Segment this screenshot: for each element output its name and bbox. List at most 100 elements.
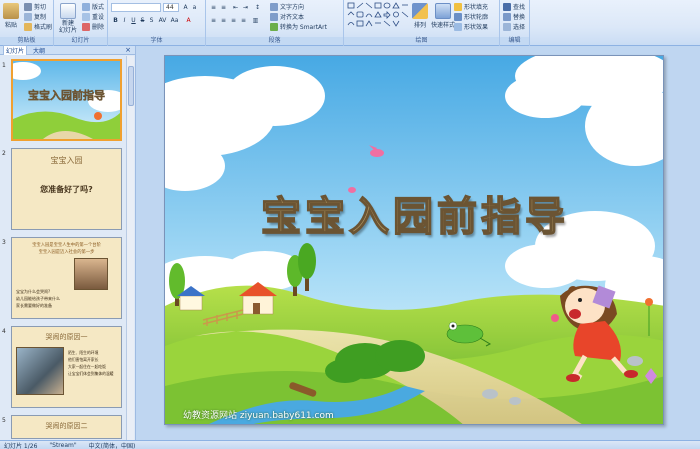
smartart-icon xyxy=(270,22,278,31)
bullets-icon[interactable]: ≡ xyxy=(209,3,218,12)
thumbnail-title: 宝宝入园 xyxy=(50,156,83,165)
format-painter-button[interactable]: 格式刷 xyxy=(24,22,52,31)
layout-button[interactable]: 版式 xyxy=(82,2,104,11)
thumbnail-title: 哭闹的原因一 xyxy=(45,333,88,341)
bullet-item: 他们害怕离开家长 xyxy=(68,357,99,362)
scissors-icon xyxy=(24,2,32,11)
thumbnail-photo xyxy=(74,258,108,290)
paragraph-label: 段落 xyxy=(206,37,343,45)
slide-number: 2 xyxy=(2,150,6,157)
clipboard-label: 剪贴板 xyxy=(0,37,53,45)
slide-number: 3 xyxy=(2,239,6,246)
drawing-group: 排列 快速样式 形状填充 形状轮廓 形状效果 绘图 xyxy=(344,0,500,46)
font-group: 44 A a B I U S S AV Aa A 字体 xyxy=(108,0,206,46)
grow-font-icon[interactable]: A xyxy=(181,3,190,12)
theme-name: "Stream" xyxy=(49,441,77,449)
thumbnail-title: 哭闹的原因二 xyxy=(45,422,88,430)
bullet-item: 大家一起住在一起吃饭 xyxy=(68,364,106,369)
increase-indent-icon[interactable]: ⇥ xyxy=(241,3,250,12)
status-bar: 幻灯片 1/26 "Stream" 中文(简体，中国) xyxy=(0,440,700,449)
cut-button[interactable]: 剪切 xyxy=(24,2,46,11)
arrange-icon xyxy=(412,3,428,19)
thumbnail-line-2: 宝宝入园是迈入社会的第一步 xyxy=(38,250,95,255)
delete-icon xyxy=(82,22,90,31)
delete-slide-button[interactable]: 删除 xyxy=(82,22,104,31)
slide-title[interactable]: 宝宝入园前指导 xyxy=(165,184,663,242)
layout-icon xyxy=(82,2,90,11)
select-button[interactable]: 选择 xyxy=(503,22,525,31)
fill-bucket-icon xyxy=(454,2,462,11)
panel-scrollbar[interactable] xyxy=(126,56,134,440)
tab-slides[interactable]: 幻灯片 xyxy=(3,45,28,55)
ribbon: 粘贴 剪切 复制 格式刷 剪贴板 新建 幻灯片 版式 重设 删除 幻灯片 44 … xyxy=(0,0,700,46)
thumbnail-photo xyxy=(16,347,64,395)
strikethrough-icon[interactable]: S xyxy=(138,16,147,25)
copy-icon xyxy=(24,12,32,21)
slide-thumbnail-5[interactable]: 哭闹的原因二 xyxy=(11,415,122,439)
language-status[interactable]: 中文(简体，中国) xyxy=(89,441,136,449)
reset-icon xyxy=(82,12,90,21)
slide-thumbnail-2[interactable]: 宝宝入园 您准备好了吗? xyxy=(11,148,122,230)
italic-icon[interactable]: I xyxy=(120,16,129,25)
shrink-font-icon[interactable]: a xyxy=(190,3,199,12)
slides-panel: 幻灯片 大纲 × 1 宝宝入园前指导 2 宝宝入园 您准备好了吗? 3 宝宝入园… xyxy=(0,45,136,440)
select-arrow-icon xyxy=(503,22,511,31)
align-text-icon xyxy=(270,12,278,21)
slide-thumbnail-4[interactable]: 哭闹的原因一 陌生、陌生的环境 他们害怕离开家长 大家一起住在一起吃饭 让宝宝们… xyxy=(11,326,122,408)
shapes-gallery[interactable] xyxy=(347,2,409,32)
slide-thumbnail-1[interactable]: 宝宝入园前指导 xyxy=(11,59,122,141)
char-spacing-icon[interactable]: AV xyxy=(158,16,167,25)
arrange-button[interactable]: 排列 xyxy=(412,3,428,29)
slide-number: 5 xyxy=(2,417,6,424)
shape-effects-button[interactable]: 形状效果 xyxy=(454,22,488,31)
align-left-icon[interactable]: ≡ xyxy=(209,16,218,25)
slide-thumbnail-3[interactable]: 宝宝入园是宝宝人生中的第一个台阶 宝宝入园是迈入社会的第一步 宝宝为什么会哭闹?… xyxy=(11,237,122,319)
tab-outline[interactable]: 大纲 xyxy=(31,46,47,55)
align-right-icon[interactable]: ≡ xyxy=(229,16,238,25)
close-icon[interactable]: × xyxy=(125,46,131,54)
shadow-icon[interactable]: S xyxy=(147,16,156,25)
paragraph-group: ≡ ≡ ⇤ ⇥ ↕ ≡ ≡ ≡ ≡ ▥ 文字方向 对齐文本 转换为 SmartA… xyxy=(206,0,344,46)
new-slide-button[interactable]: 新建 幻灯片 xyxy=(57,3,79,34)
justify-icon[interactable]: ≡ xyxy=(239,16,248,25)
bullet-item: 宝宝为什么会哭闹? xyxy=(16,289,51,294)
line-spacing-icon[interactable]: ↕ xyxy=(253,3,262,12)
shape-fill-button[interactable]: 形状填充 xyxy=(454,2,488,11)
bullet-item: 幼儿园能给孩子带来什么 xyxy=(16,296,60,301)
drawing-label: 绘图 xyxy=(344,37,499,45)
copy-button[interactable]: 复制 xyxy=(24,12,46,21)
reset-button[interactable]: 重设 xyxy=(82,12,104,21)
slides-label: 幻灯片 xyxy=(54,37,107,45)
columns-icon[interactable]: ▥ xyxy=(251,16,260,25)
bold-icon[interactable]: B xyxy=(111,16,120,25)
find-button[interactable]: 查找 xyxy=(503,2,525,11)
paste-button[interactable]: 粘贴 xyxy=(3,3,19,29)
effects-icon xyxy=(454,22,462,31)
slide-watermark: 幼教资源网站 ziyuan.baby611.com xyxy=(183,411,334,421)
font-size-combo[interactable]: 44 xyxy=(163,3,179,12)
change-case-icon[interactable]: Aa xyxy=(170,16,179,25)
bullet-item: 家长需要做好的准备 xyxy=(16,303,52,308)
bullet-item: 陌生、陌生的环境 xyxy=(68,350,99,355)
slide-number: 4 xyxy=(2,328,6,335)
scrollbar-thumb[interactable] xyxy=(128,66,134,106)
slide-canvas[interactable]: 宝宝入园前指导 幼教资源网站 ziyuan.baby611.com xyxy=(164,55,664,425)
thumbnail-title: 宝宝入园前指导 xyxy=(28,89,105,102)
font-name-combo[interactable] xyxy=(111,3,161,12)
decrease-indent-icon[interactable]: ⇤ xyxy=(231,3,240,12)
panel-tabs: 幻灯片 大纲 × xyxy=(0,45,135,55)
thumbnail-subtitle: 您准备好了吗? xyxy=(40,185,93,194)
numbering-icon[interactable]: ≡ xyxy=(219,3,228,12)
shape-outline-button[interactable]: 形状轮廓 xyxy=(454,12,488,21)
align-text-button[interactable]: 对齐文本 xyxy=(270,12,304,21)
text-direction-button[interactable]: 文字方向 xyxy=(270,2,304,11)
font-label: 字体 xyxy=(108,37,205,45)
replace-button[interactable]: 替换 xyxy=(503,12,525,21)
editing-label: 编辑 xyxy=(500,37,529,45)
align-center-icon[interactable]: ≡ xyxy=(219,16,228,25)
convert-smartart-button[interactable]: 转换为 SmartArt xyxy=(270,22,327,31)
quick-styles-button[interactable]: 快速样式 xyxy=(431,3,455,29)
underline-icon[interactable]: U xyxy=(129,16,138,25)
font-color-icon[interactable]: A xyxy=(184,16,193,25)
paste-icon xyxy=(3,3,19,19)
